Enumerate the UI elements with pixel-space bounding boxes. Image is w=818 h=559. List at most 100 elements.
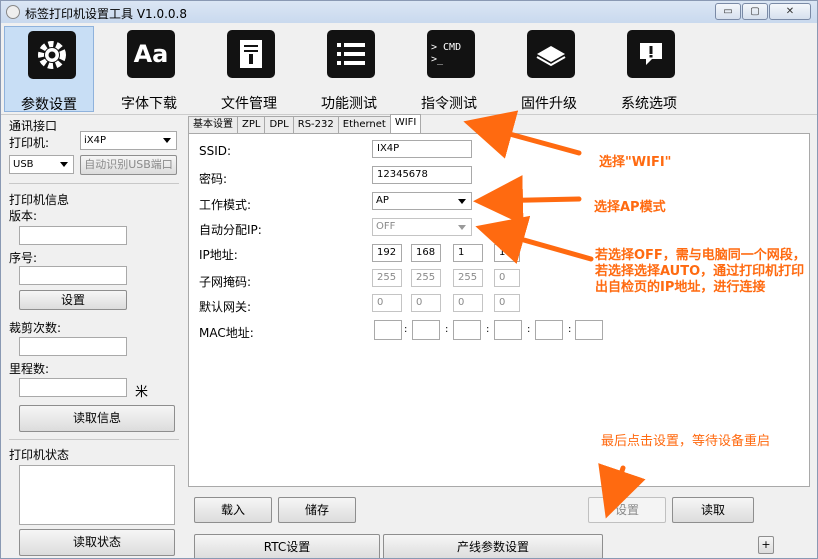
minimize-button[interactable]: ▭ <box>715 3 741 20</box>
tab-rs232[interactable]: RS-232 <box>292 116 339 133</box>
auto-usb-button[interactable]: 自动识别USB端口 <box>80 155 177 175</box>
printer-select-value: iX4P <box>84 135 107 146</box>
toolbar-font-download[interactable]: Aa 字体下载 <box>104 26 194 112</box>
toolbar-function-test[interactable]: 功能测试 <box>304 26 394 112</box>
toolbar-command-test[interactable]: > CMD >_ 指令测试 <box>404 26 494 112</box>
mac-part-5[interactable] <box>535 320 563 340</box>
title-bar: 标签打印机设置工具 V1.0.0.8 ▭ ▢ ✕ <box>1 1 817 23</box>
mask-octet-4[interactable]: 0 <box>494 269 520 287</box>
gateway-label: 默认网关: <box>199 300 252 314</box>
tab-zpl[interactable]: ZPL <box>237 116 266 133</box>
toolbar-file-manage[interactable]: 文件管理 <box>204 26 294 112</box>
status-textarea[interactable] <box>19 465 175 525</box>
version-label: 版本: <box>9 209 38 223</box>
file-icon <box>227 30 275 78</box>
subnet-mask-label: 子网掩码: <box>199 275 252 289</box>
line-params-button[interactable]: 产线参数设置 <box>383 534 603 558</box>
mac-separator: : <box>445 324 449 335</box>
cut-count-field[interactable] <box>19 337 127 356</box>
port-select[interactable]: USB <box>9 155 74 174</box>
divider <box>9 183 179 184</box>
toolbar-label: 字体下载 <box>121 96 177 112</box>
wifi-panel: SSID: IX4P 密码: 12345678 工作模式: AP 自动分配IP:… <box>188 133 810 487</box>
ip-octet-1[interactable]: 192 <box>372 244 402 262</box>
mac-part-2[interactable] <box>412 320 440 340</box>
auto-ip-select[interactable]: OFF <box>372 218 472 236</box>
printer-select[interactable]: iX4P <box>80 131 177 150</box>
annotation-select-ap: 选择AP模式 <box>594 200 666 215</box>
store-button[interactable]: 储存 <box>278 497 356 523</box>
mac-separator: : <box>404 324 408 335</box>
tab-basic[interactable]: 基本设置 <box>188 116 238 133</box>
auto-ip-label: 自动分配IP: <box>199 223 262 237</box>
read-button[interactable]: 读取 <box>672 497 754 523</box>
toolbar-firmware-upgrade[interactable]: 固件升级 <box>504 26 594 112</box>
toolbar-label: 系统选项 <box>621 96 677 112</box>
read-info-button[interactable]: 读取信息 <box>19 405 175 432</box>
toolbar-label: 文件管理 <box>221 96 277 112</box>
toolbar-param-settings[interactable]: 参数设置 <box>4 26 94 113</box>
apply-settings-button[interactable]: 设置 <box>588 497 666 523</box>
close-button[interactable]: ✕ <box>769 3 811 20</box>
mask-octet-1[interactable]: 255 <box>372 269 402 287</box>
ip-octet-3[interactable]: 1 <box>453 244 483 262</box>
settings-tabs: 基本设置 ZPL DPL RS-232 Ethernet WIFI <box>188 114 422 133</box>
toolbar-system-options[interactable]: 系统选项 <box>604 26 694 112</box>
annotation-off-auto: 若选择OFF，需与电脑同一个网段，若选择选择AUTO，通过打印机打印出自检页的I… <box>595 248 806 295</box>
auto-ip-value: OFF <box>376 221 396 232</box>
tab-ethernet[interactable]: Ethernet <box>337 116 391 133</box>
window-title: 标签打印机设置工具 V1.0.0.8 <box>25 7 188 21</box>
mac-part-6[interactable] <box>575 320 603 340</box>
mac-separator: : <box>568 324 572 335</box>
mileage-label: 里程数: <box>9 362 50 376</box>
ssid-label: SSID: <box>199 144 232 158</box>
mac-label: MAC地址: <box>199 326 254 340</box>
toolbar-label: 功能测试 <box>321 96 377 112</box>
mileage-unit: 米 <box>135 385 149 400</box>
work-mode-label: 工作模式: <box>199 198 252 212</box>
work-mode-value: AP <box>376 195 389 206</box>
maximize-button[interactable]: ▢ <box>742 3 768 20</box>
chevron-down-icon <box>163 138 171 143</box>
mac-part-1[interactable] <box>374 320 402 340</box>
alert-icon <box>627 30 675 78</box>
chevron-down-icon <box>458 225 466 230</box>
ssid-field[interactable]: IX4P <box>372 140 472 158</box>
mileage-field[interactable] <box>19 378 127 397</box>
app-window: 标签打印机设置工具 V1.0.0.8 ▭ ▢ ✕ 参数设置 Aa 字体下载 文件… <box>0 0 818 559</box>
gw-octet-1[interactable]: 0 <box>372 294 402 312</box>
load-button[interactable]: 载入 <box>194 497 272 523</box>
gear-icon <box>28 31 76 79</box>
left-panel: 通讯接口 打印机: iX4P USB 自动识别USB端口 打印机信息 版本: 序… <box>1 115 185 558</box>
gw-octet-4[interactable]: 0 <box>494 294 520 312</box>
mac-separator: : <box>486 324 490 335</box>
read-status-button[interactable]: 读取状态 <box>19 529 175 556</box>
rtc-settings-button[interactable]: RTC设置 <box>194 534 380 558</box>
mac-part-3[interactable] <box>453 320 481 340</box>
ip-octet-2[interactable]: 168 <box>411 244 441 262</box>
password-field[interactable]: 12345678 <box>372 166 472 184</box>
gw-octet-2[interactable]: 0 <box>411 294 441 312</box>
chevron-down-icon <box>60 162 68 167</box>
mac-part-4[interactable] <box>494 320 522 340</box>
password-label: 密码: <box>199 172 228 186</box>
serial-field[interactable] <box>19 266 127 285</box>
ip-octet-4[interactable]: 1 <box>494 244 520 262</box>
printer-label: 打印机: <box>9 136 50 150</box>
printer-info-title: 打印机信息 <box>9 193 70 207</box>
font-icon: Aa <box>127 30 175 78</box>
app-icon <box>6 5 20 19</box>
list-icon <box>327 30 375 78</box>
version-field[interactable] <box>19 226 127 245</box>
tab-wifi[interactable]: WIFI <box>389 114 422 133</box>
gw-octet-3[interactable]: 0 <box>453 294 483 312</box>
set-info-button[interactable]: 设置 <box>19 290 127 310</box>
plus-button[interactable]: + <box>758 536 774 554</box>
chevron-down-icon <box>458 199 466 204</box>
mask-octet-2[interactable]: 255 <box>411 269 441 287</box>
annotation-final: 最后点击设置，等待设备重启 <box>601 434 771 449</box>
mask-octet-3[interactable]: 255 <box>453 269 483 287</box>
work-mode-select[interactable]: AP <box>372 192 472 210</box>
ip-label: IP地址: <box>199 248 238 262</box>
tab-dpl[interactable]: DPL <box>264 116 294 133</box>
